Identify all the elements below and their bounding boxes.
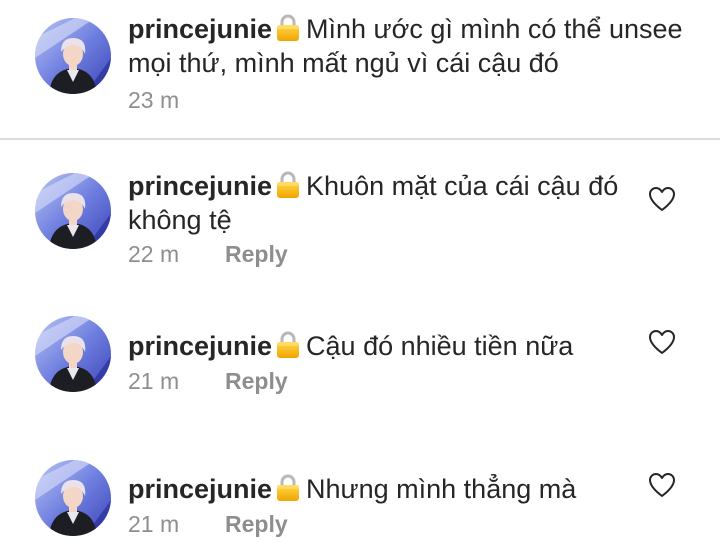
username[interactable]: princejunie xyxy=(128,331,272,361)
divider xyxy=(0,138,720,140)
comment-meta: 21 m Reply xyxy=(128,367,288,395)
timestamp: 21 m xyxy=(128,368,180,394)
lock-icon xyxy=(276,474,300,502)
reply-button[interactable]: Reply xyxy=(225,510,288,538)
heart-outline-icon[interactable] xyxy=(648,329,676,355)
heart-outline-icon[interactable] xyxy=(648,186,676,212)
avatar[interactable] xyxy=(35,173,111,249)
reply-button[interactable]: Reply xyxy=(225,367,288,395)
timestamp: 21 m xyxy=(128,511,180,537)
timestamp: 23 m xyxy=(128,87,180,113)
comment-meta: 23 m xyxy=(128,86,179,114)
timestamp: 22 m xyxy=(128,241,180,267)
lock-icon xyxy=(276,331,300,359)
comment-meta: 21 m Reply xyxy=(128,510,288,538)
avatar[interactable] xyxy=(35,18,111,94)
username[interactable]: princejunie xyxy=(128,474,272,504)
comment-body: princejunie Mình ước gì mình có thể unsee… xyxy=(128,12,688,80)
heart-outline-icon[interactable] xyxy=(648,472,676,498)
comment-meta: 22 m Reply xyxy=(128,240,288,268)
lock-icon xyxy=(276,171,300,199)
reply-button[interactable]: Reply xyxy=(225,240,288,268)
comment-text: Cậu đó nhiều tiền nữa xyxy=(306,331,574,361)
comment-body: princejunie Nhưng mình thẳng mà xyxy=(128,472,688,506)
comment-text: Nhưng mình thẳng mà xyxy=(306,474,577,504)
lock-icon xyxy=(276,14,300,42)
comment-body: princejunie Khuôn mặt của cái cậu đó khôn… xyxy=(128,169,628,237)
avatar[interactable] xyxy=(35,460,111,536)
username[interactable]: princejunie xyxy=(128,14,272,44)
comment-body: princejunie Cậu đó nhiều tiền nữa xyxy=(128,329,688,363)
username[interactable]: princejunie xyxy=(128,171,272,201)
avatar[interactable] xyxy=(35,316,111,392)
